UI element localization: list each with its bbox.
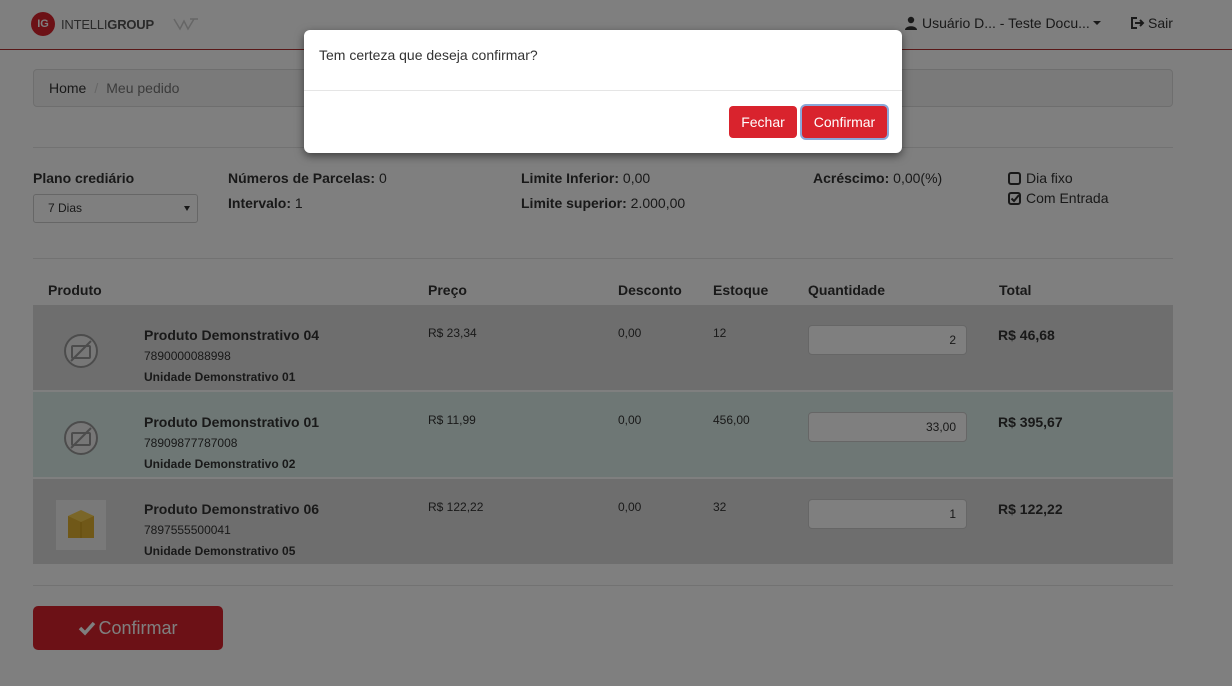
dialog-divider: [304, 90, 902, 91]
confirm-dialog: Tem certeza que deseja confirmar? Fechar…: [304, 30, 902, 153]
dialog-message: Tem certeza que deseja confirmar?: [319, 47, 538, 63]
close-button[interactable]: Fechar: [729, 106, 797, 138]
confirm-button[interactable]: Confirmar: [802, 106, 887, 138]
